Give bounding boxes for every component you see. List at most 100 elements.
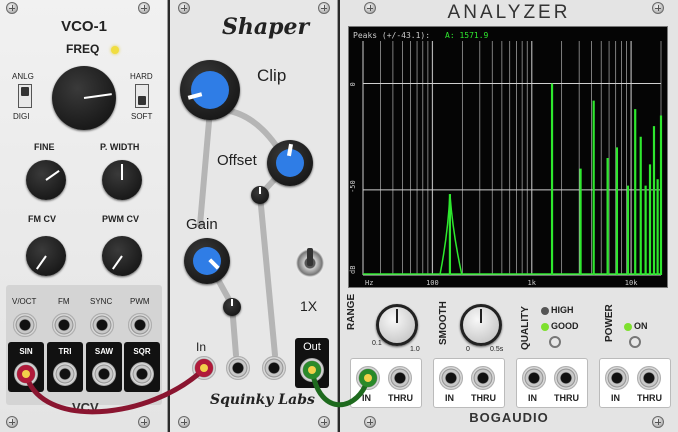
input-label: PWM [130,297,150,306]
screw-icon [138,2,150,14]
power-on-led [624,323,632,331]
offset-trim-knob[interactable] [251,186,269,204]
smooth-knob[interactable] [460,304,502,346]
vcv-logo: VCV [72,400,99,415]
quality-good-led [541,323,549,331]
power-on-label: ON [634,321,648,331]
channel-b-in-jack[interactable] [439,366,463,390]
output-label: SIN [19,347,33,356]
in-label: IN [528,393,537,403]
offset-label: Offset [217,152,257,169]
squinky-labs-logo: Squinky Labs [210,392,315,408]
mode-toggle[interactable] [296,246,324,280]
offset-knob[interactable] [267,140,313,186]
analog-digital-switch[interactable] [18,84,32,108]
pwm-input-jack[interactable] [128,313,152,337]
power-button[interactable] [629,336,641,348]
hard-soft-switch[interactable] [135,84,149,108]
smooth-label: SMOOTH [438,301,449,345]
channel-a-thru-jack[interactable] [388,366,412,390]
in-label: IN [611,393,620,403]
power-label: POWER [604,304,615,342]
thru-label: THRU [554,393,579,403]
sqr-output-jack[interactable] [130,362,154,386]
channel-a-in-jack[interactable] [356,366,380,390]
knob-indicator [121,164,123,180]
module-title: ANALYZER [447,2,571,23]
freq-label: FREQ [66,42,100,56]
x-tick-label: 100 [426,279,439,287]
mode-label: 1X [300,298,318,314]
output-label: TRI [58,347,72,356]
range-min-label: 0.1 [372,340,382,347]
switch-label: DIGI [13,112,30,121]
quality-button[interactable] [549,336,561,348]
knob-indicator [112,255,123,270]
shaper-module: Shaper Clip Offset Gain 1X In Out Squink… [170,0,338,432]
saw-output-jack[interactable] [92,362,116,386]
knob-indicator [259,187,261,194]
y-tick-label: 0 [349,82,357,86]
input-label: FM [58,297,70,306]
range-knob[interactable] [376,304,418,346]
screw-icon [6,416,18,428]
channel-d-in-jack[interactable] [605,366,629,390]
in-label: IN [445,393,454,403]
shaper-jack-2[interactable] [226,356,250,380]
channel-c-in-jack[interactable] [522,366,546,390]
voct-input-jack[interactable] [13,313,37,337]
smooth-max-label: 0.5s [490,346,504,353]
spectrum-plot: 0 -50 dB Hz 100 1k 10k [349,41,663,287]
thru-label: THRU [637,393,662,403]
sync-input-jack[interactable] [90,313,114,337]
x-tick-label: 1k [528,279,537,287]
thru-label: THRU [388,393,413,403]
knob-indicator [231,299,233,306]
pwmcv-label: PWM CV [102,214,139,224]
channel-d-thru-jack[interactable] [637,366,661,390]
in-label: IN [362,393,371,403]
bogaudio-logo: BOGAUDIO [469,410,549,425]
pwmcv-knob[interactable] [102,236,142,276]
gain-label: Gain [186,216,218,233]
pwidth-knob[interactable] [102,160,142,200]
knob-indicator [36,255,47,270]
freq-knob[interactable] [52,66,116,130]
knob-indicator [83,93,112,99]
y-tick-label: -50 [349,180,357,193]
shaper-in-jack[interactable] [192,356,216,380]
output-label: SAW [94,347,114,356]
fine-label: FINE [34,142,55,152]
fmcv-knob[interactable] [26,236,66,276]
switch-label: ANLG [12,72,34,81]
knob-indicator [480,309,482,323]
clip-knob[interactable] [180,60,240,120]
screw-icon [138,416,150,428]
gain-knob[interactable] [184,238,230,284]
sin-output-jack[interactable] [14,362,38,386]
channel-b-thru-jack[interactable] [471,366,495,390]
fine-knob[interactable] [26,160,66,200]
shaper-jack-3[interactable] [262,356,286,380]
shaper-out-jack[interactable] [300,358,324,382]
range-label: RANGE [346,293,357,330]
clip-label: Clip [257,66,287,85]
fmcv-label: FM CV [28,214,56,224]
in-label: In [196,340,207,354]
output-label: SQR [133,347,151,356]
spectrum-display: 0 -50 dB Hz 100 1k 10k Peaks (+/-43.1): A: 157… [348,26,668,288]
input-label: SYNC [90,297,113,306]
switch-label: HARD [130,72,153,81]
thru-label: THRU [471,393,496,403]
channel-c-thru-jack[interactable] [554,366,578,390]
screw-icon [6,2,18,14]
module-title: VCO-1 [61,18,107,35]
gain-trim-knob[interactable] [223,298,241,316]
quality-label: QUALITY [520,306,531,350]
knob-cap [191,71,229,109]
knob-indicator [396,309,398,323]
quality-good-label: GOOD [551,321,579,331]
peaks-readout-label: Peaks (+/-43.1): [353,31,431,40]
fm-input-jack[interactable] [52,313,76,337]
tri-output-jack[interactable] [53,362,77,386]
